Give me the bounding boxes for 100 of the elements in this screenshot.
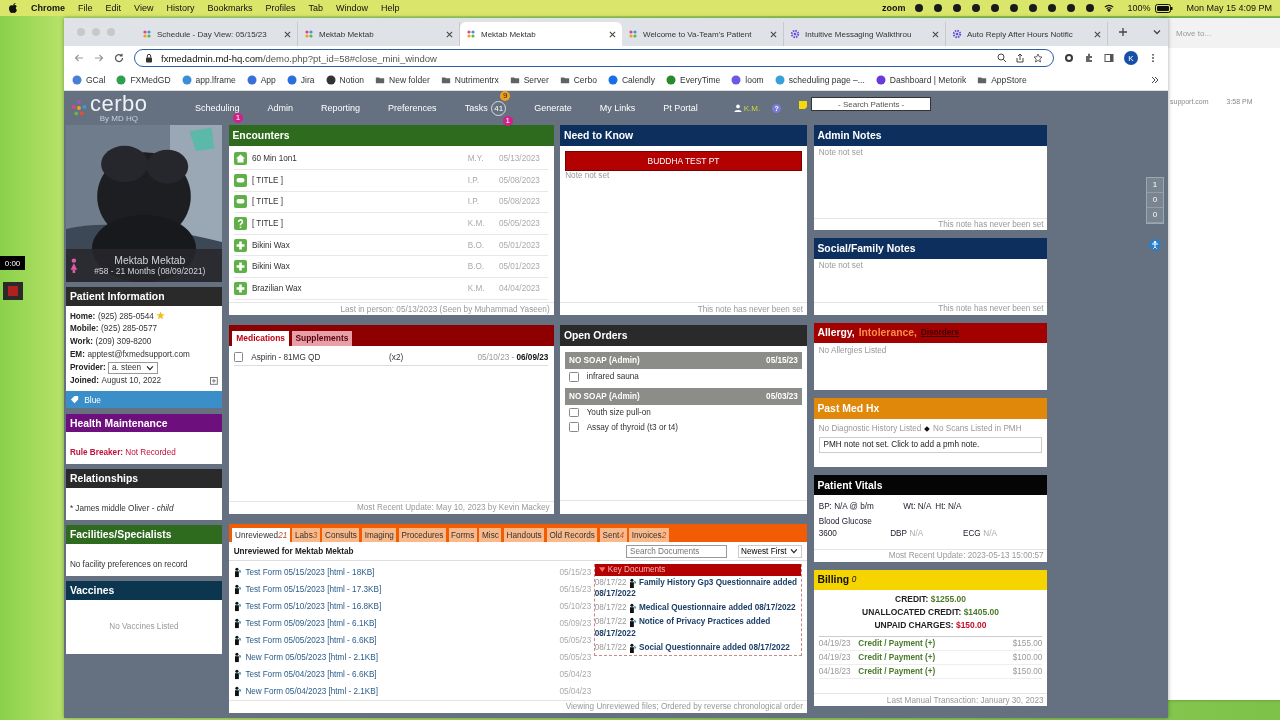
document-tab[interactable]: Imaging [362, 528, 397, 543]
bookmark[interactable]: EveryTime [665, 75, 721, 85]
file-link[interactable]: New Form 05/05/2023 [html - 2.1KB] [245, 652, 378, 662]
document-tab[interactable]: Old Records [546, 528, 598, 543]
patient-search-field[interactable]: - Search Patients - [811, 97, 932, 111]
battery-icon[interactable] [1155, 3, 1174, 13]
counter[interactable]: 1 [1147, 178, 1163, 193]
key-documents-header[interactable]: Key Documents [594, 564, 801, 576]
status-icon[interactable] [1028, 3, 1039, 13]
sticky-note-icon[interactable] [798, 100, 809, 110]
more-bookmarks-icon[interactable] [1150, 75, 1160, 85]
transaction-type[interactable]: Credit / Payment (+) [858, 639, 936, 649]
bookmark[interactable]: Calendly [607, 75, 655, 85]
file-link[interactable]: Test Form 05/10/2023 [html - 16.8KB] [245, 602, 382, 611]
lock-icon[interactable] [145, 53, 153, 63]
menu-item[interactable]: View [134, 3, 154, 13]
file-link[interactable]: Test Form 05/05/2023 [html - 6.6KB] [245, 635, 377, 645]
zoom-status[interactable]: zoom [881, 3, 906, 13]
close-icon[interactable] [609, 30, 616, 38]
document-tab[interactable]: Misc [479, 528, 502, 543]
status-icon[interactable] [1066, 3, 1077, 13]
file-link[interactable]: Test Form 05/04/2023 [html - 6.6KB] [245, 669, 377, 679]
menu-item[interactable]: Window [335, 3, 368, 13]
medication-name[interactable]: Aspirin - 81MG QD [251, 352, 382, 362]
nav-link[interactable]: Admin [267, 93, 298, 123]
status-icon[interactable] [914, 3, 925, 13]
transaction-type[interactable]: Credit / Payment (+) [858, 667, 936, 677]
counter[interactable]: 0 [1147, 208, 1163, 223]
document-tab[interactable]: Invoices2 [629, 528, 669, 543]
clock[interactable]: Mon May 15 4:09 PM [1186, 3, 1272, 13]
menu-item[interactable]: Bookmarks [207, 3, 253, 13]
sidebar-icon[interactable] [1104, 53, 1114, 63]
encounter-title[interactable]: [ TITLE ] [251, 219, 463, 228]
panel-tab[interactable]: Medications [232, 330, 289, 346]
status-icon[interactable] [1085, 3, 1096, 13]
menu-item[interactable]: Tab [308, 3, 323, 13]
bookmark[interactable]: Cerbo [559, 75, 597, 85]
encounter-title[interactable]: Brazilian Wax [251, 283, 463, 293]
status-icon[interactable] [1047, 3, 1058, 13]
encounter-icon[interactable] [233, 238, 247, 252]
encounter-title[interactable]: Bikini Wax [251, 240, 463, 250]
file-link[interactable]: Test Form 05/09/2023 [html - 6.1KB] [245, 619, 377, 628]
browser-tab[interactable]: Mektab Mektab [460, 22, 622, 46]
zoom-icon[interactable] [997, 53, 1007, 63]
reload-icon[interactable] [114, 53, 124, 63]
encounter-icon[interactable] [233, 152, 247, 166]
bookmark[interactable]: GCal [72, 75, 106, 85]
bookmark[interactable]: Dashboard | Metorik [875, 75, 967, 85]
file-link[interactable]: New Form 05/04/2023 [html - 2.1KB] [245, 686, 378, 696]
bookmark[interactable]: app.lframe [181, 75, 236, 85]
transaction-type[interactable]: Credit / Payment (+) [858, 653, 936, 663]
encounter-icon[interactable] [233, 281, 247, 295]
nav-link[interactable]: Pt Portal [663, 93, 702, 123]
close-icon[interactable] [932, 30, 939, 38]
sort-dropdown[interactable]: Newest First [737, 545, 802, 558]
nav-link[interactable]: Generate [534, 93, 576, 123]
encounter-title[interactable]: [ TITLE ] [251, 197, 463, 207]
nav-link[interactable]: Scheduling 1 [195, 93, 244, 123]
nav-link[interactable]: My Links [599, 93, 640, 123]
menu-item[interactable]: Profiles [265, 3, 296, 13]
counter[interactable]: 0 [1147, 193, 1163, 208]
bookmark[interactable]: FXMedGD [116, 75, 171, 85]
document-search-field[interactable]: Search Documents [626, 544, 728, 559]
file-link[interactable]: Test Form 05/15/2023 [html - 18KB] [245, 568, 375, 578]
bookmark[interactable]: Server [509, 75, 549, 85]
bookmark[interactable]: Nutrimentrx [440, 75, 499, 85]
key-document-link[interactable]: 08/17/22 Family History Gp3 Questionnaire added 08/17/2022 [594, 575, 801, 602]
close-icon[interactable] [284, 30, 291, 38]
document-tab[interactable]: Sent4 [600, 528, 627, 543]
status-icon[interactable] [933, 3, 944, 13]
expand-icon[interactable] [210, 377, 219, 385]
document-tab[interactable]: Handouts [504, 528, 545, 543]
close-icon[interactable] [770, 30, 777, 38]
key-document-link[interactable]: 08/17/22 Social Questionnaire added 08/17/2022 [594, 640, 801, 655]
bookmark[interactable]: App [246, 75, 276, 85]
key-document-link[interactable]: 08/17/22 Medical Questionnaire added 08/17/2022 [594, 601, 801, 616]
nav-link[interactable]: Tasks 41 9 1 [464, 90, 511, 126]
document-tab[interactable]: Forms [448, 528, 477, 543]
app-menu[interactable]: Chrome [31, 3, 65, 13]
bookmark[interactable]: New folder [375, 75, 430, 85]
provider-dropdown[interactable]: a. steen [108, 361, 158, 375]
file-link[interactable]: Test Form 05/15/2023 [html - 17.3KB] [245, 585, 382, 594]
encounter-title[interactable]: 60 Min 1on1 [251, 154, 463, 164]
document-tab[interactable]: Procedures [398, 528, 446, 543]
wifi-icon[interactable] [1104, 3, 1115, 13]
accessibility-icon[interactable] [1149, 239, 1161, 251]
bookmark[interactable]: AppStore [977, 75, 1027, 85]
close-icon[interactable] [1094, 30, 1101, 38]
encounter-icon[interactable] [233, 260, 247, 274]
star-icon[interactable] [156, 311, 166, 321]
encounter-title[interactable]: Bikini Wax [251, 262, 463, 272]
profile-avatar[interactable]: K [1124, 51, 1138, 65]
encounter-icon[interactable] [233, 173, 247, 187]
status-icon[interactable] [1009, 3, 1020, 13]
menu-item[interactable]: Help [381, 3, 400, 13]
encounter-icon[interactable] [233, 217, 247, 230]
status-icon[interactable] [971, 3, 982, 13]
encounter-icon[interactable] [233, 195, 247, 209]
bookmark[interactable]: Jira [286, 75, 315, 85]
bookmark[interactable]: scheduling page –... [774, 75, 865, 85]
